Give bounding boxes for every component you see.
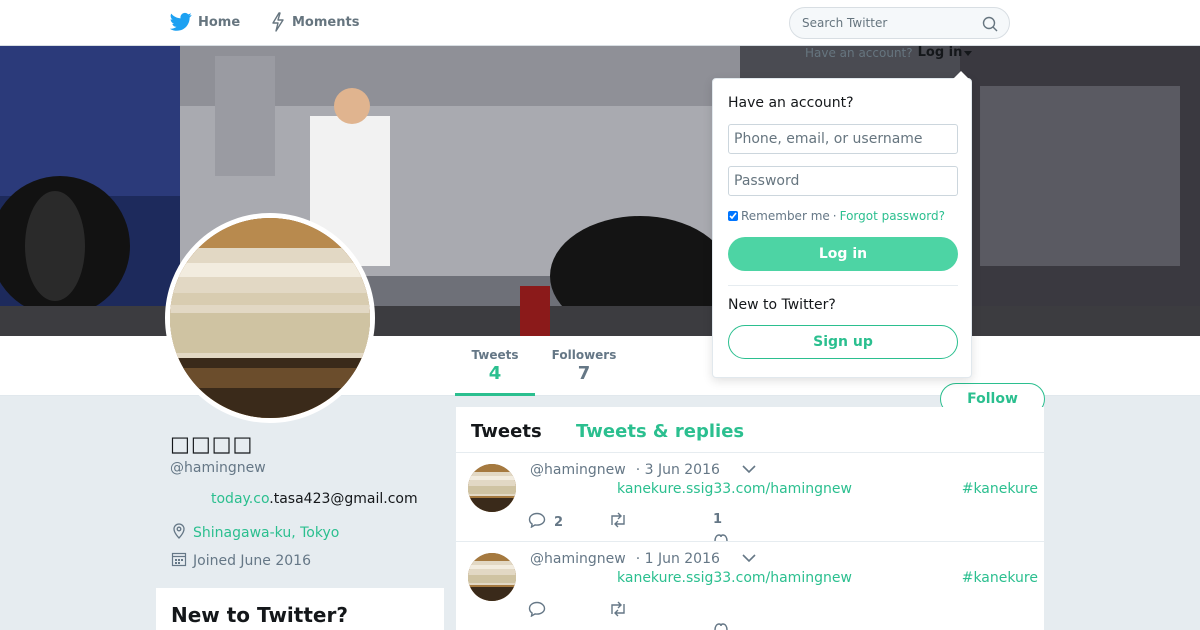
new-to-twitter-title: New to Twitter? xyxy=(171,603,348,627)
retweet-icon xyxy=(608,512,628,532)
login-menu-toggle[interactable]: Log in xyxy=(918,45,973,60)
profile-handle[interactable]: @hamingnew xyxy=(170,460,266,476)
calendar-icon xyxy=(171,551,187,571)
new-to-twitter-box: New to Twitter? xyxy=(156,588,444,630)
tweet-hashtag[interactable]: #kanekure xyxy=(962,570,1038,586)
stat-tweets-count: 4 xyxy=(488,363,502,384)
tweet-date[interactable]: · 3 Jun 2016 xyxy=(636,462,720,478)
tweet-header: @hamingnew · 1 Jun 2016 xyxy=(530,551,756,567)
like-button[interactable]: 1 xyxy=(713,512,728,542)
heart-icon xyxy=(713,619,729,630)
login-hint: Have an account? Log in xyxy=(805,45,973,60)
login-dropdown-title: Have an account? xyxy=(728,95,854,111)
login-dropdown: Have an account? Remember me · Forgot pa… xyxy=(712,71,972,378)
timeline-tabs: Tweets Tweets & replies xyxy=(456,407,1044,453)
profile-joined: Joined June 2016 xyxy=(171,551,311,571)
bio-text: .tasa423@gmail.com xyxy=(269,491,418,507)
tweet-actions xyxy=(528,601,768,630)
retweet-button[interactable] xyxy=(608,601,636,621)
password-field[interactable] xyxy=(728,166,958,196)
reply-button[interactable] xyxy=(528,601,554,621)
tweet-header: @hamingnew · 3 Jun 2016 xyxy=(530,462,756,478)
nav-moments-label: Moments xyxy=(292,14,360,30)
chevron-down-icon[interactable] xyxy=(742,551,756,567)
tweet-avatar[interactable] xyxy=(468,464,516,512)
remember-row: Remember me · Forgot password? xyxy=(728,209,945,223)
lightning-icon xyxy=(270,12,286,32)
tweet-handle[interactable]: @hamingnew xyxy=(530,462,626,478)
account-prompt: Have an account? xyxy=(805,45,913,60)
new-to-twitter-prompt: New to Twitter? xyxy=(728,297,836,313)
caret-down-icon xyxy=(964,51,973,56)
stat-followers[interactable]: Followers 7 xyxy=(550,348,618,384)
reply-icon xyxy=(528,512,546,532)
tab-tweets[interactable]: Tweets xyxy=(471,421,542,442)
stat-tweets[interactable]: Tweets 4 xyxy=(455,348,535,396)
reply-count: 2 xyxy=(554,514,564,530)
tweet[interactable]: @hamingnew · 3 Jun 2016 kanekure.ssig33.… xyxy=(456,453,1044,542)
tweet-link[interactable]: kanekure.ssig33.com/hamingnew xyxy=(617,481,852,497)
top-nav: Home Moments xyxy=(0,0,1200,46)
profile-name: □□□□ xyxy=(170,432,254,456)
timeline: Tweets Tweets & replies @hamingnew · 3 J… xyxy=(456,407,1044,630)
tab-tweets-and-replies[interactable]: Tweets & replies xyxy=(576,421,744,442)
nav-home[interactable]: Home xyxy=(170,12,240,32)
remember-separator: · xyxy=(832,209,837,223)
stat-followers-label: Followers xyxy=(551,348,617,362)
retweet-button[interactable] xyxy=(608,512,636,532)
stat-followers-count: 7 xyxy=(577,363,591,384)
tweet-date[interactable]: · 1 Jun 2016 xyxy=(636,551,720,567)
remember-label[interactable]: Remember me xyxy=(741,209,830,223)
login-button[interactable]: Log in xyxy=(728,237,958,271)
username-field[interactable] xyxy=(728,124,958,154)
search-box xyxy=(789,7,1010,39)
tweet-link[interactable]: kanekure.ssig33.com/hamingnew xyxy=(617,570,852,586)
divider xyxy=(728,285,958,286)
reply-icon xyxy=(528,601,546,621)
remember-checkbox[interactable] xyxy=(728,211,738,221)
nav-moments[interactable]: Moments xyxy=(270,12,359,32)
login-menu-label: Log in xyxy=(917,45,963,60)
profile-bio: today.co.tasa423@gmail.com xyxy=(211,491,418,507)
nav-home-label: Home xyxy=(198,14,241,30)
joined-text: Joined June 2016 xyxy=(193,553,311,569)
retweet-icon xyxy=(608,601,628,621)
tweet-hashtag[interactable]: #kanekure xyxy=(962,481,1038,497)
location-text[interactable]: Shinagawa-ku, Tokyo xyxy=(193,525,339,541)
reply-button[interactable]: 2 xyxy=(528,512,563,532)
search-icon[interactable] xyxy=(982,16,998,36)
tweet-handle[interactable]: @hamingnew xyxy=(530,551,626,567)
chevron-down-icon[interactable] xyxy=(742,462,756,478)
profile-location: Shinagawa-ku, Tokyo xyxy=(171,523,339,543)
twitter-bird-icon xyxy=(170,12,192,32)
dropdown-arrow xyxy=(953,71,969,79)
tweet-actions: 2 1 xyxy=(528,512,768,542)
tweet-avatar[interactable] xyxy=(468,553,516,601)
tweet[interactable]: @hamingnew · 1 Jun 2016 kanekure.ssig33.… xyxy=(456,542,1044,630)
bio-link[interactable]: today.co xyxy=(211,491,269,507)
like-count: 1 xyxy=(713,512,723,527)
signup-button[interactable]: Sign up xyxy=(728,325,958,359)
profile-avatar[interactable] xyxy=(165,213,375,423)
forgot-password-link[interactable]: Forgot password? xyxy=(840,209,945,223)
location-pin-icon xyxy=(171,523,187,543)
stat-tweets-label: Tweets xyxy=(471,348,519,362)
search-input[interactable] xyxy=(802,16,972,30)
